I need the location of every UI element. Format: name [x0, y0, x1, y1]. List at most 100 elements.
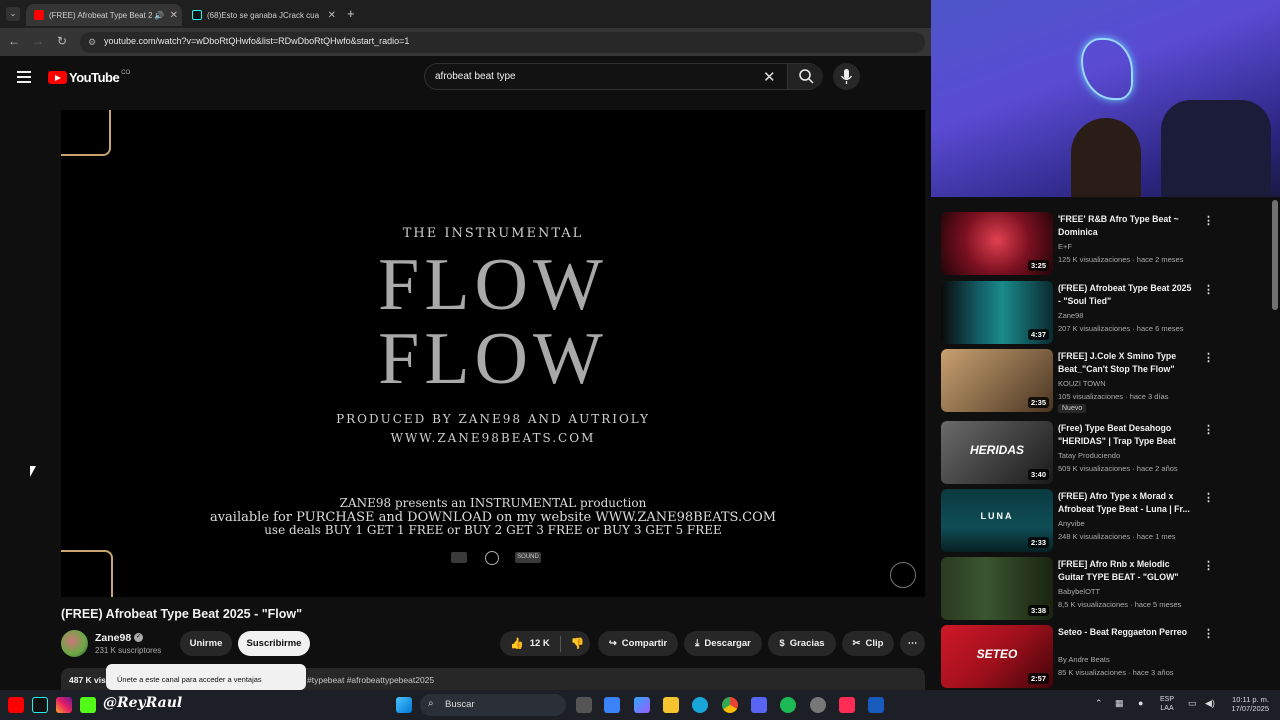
tab-tiktok[interactable]: (68)Esto se ganaba JCrack cua ✕ [184, 4, 340, 26]
more-options-icon[interactable]: ⋮ [1203, 559, 1214, 572]
recommendation-item[interactable]: SETEO 2:57 Seteo - Beat Reggaeton Perreo … [941, 625, 1221, 689]
tab-youtube[interactable]: (FREE) Afrobeat Type Beat 2 🔊 ✕ [26, 4, 182, 26]
chevron-up-icon[interactable]: ⌃ [1095, 698, 1103, 709]
menu-icon[interactable] [17, 71, 31, 86]
recommendation-item[interactable]: HERIDAS 3:40 (Free) Type Beat Desahogo "H… [941, 421, 1221, 485]
video-thumbnail[interactable]: HERIDAS 3:40 [941, 421, 1053, 484]
recommendation-item[interactable]: LUNA 2:33 (FREE) Afro Type x Morad x Afro… [941, 489, 1221, 553]
video-thumbnail[interactable]: 3:38 [941, 557, 1053, 620]
recommendation-channel[interactable]: E+F [1058, 240, 1072, 253]
recommendation-channel[interactable]: Anyvibe [1058, 517, 1085, 530]
volume-icon[interactable]: ◀) [1205, 698, 1215, 709]
recommendation-item[interactable]: 4:37 (FREE) Afrobeat Type Beat 2025 - "S… [941, 281, 1221, 345]
recommendation-channel[interactable]: BabybelOTT [1058, 585, 1100, 598]
microphone-icon[interactable]: ● [1138, 698, 1143, 708]
file-explorer-icon[interactable] [663, 697, 679, 713]
recommendation-channel[interactable]: By Andre Beats [1058, 653, 1110, 666]
clear-search-icon[interactable]: ✕ [763, 68, 776, 86]
tiktok-app-icon[interactable] [32, 697, 48, 713]
recommendation-title[interactable]: (Free) Type Beat Desahogo "HERIDAS" | Tr… [1058, 422, 1196, 448]
more-options-icon[interactable]: ⋮ [1203, 214, 1214, 227]
windows-start-icon[interactable] [396, 697, 412, 713]
recommendation-title[interactable]: Seteo - Beat Reggaeton Perreo [1058, 626, 1196, 639]
share-icon: ↪ [608, 638, 617, 649]
new-tab-button[interactable]: + [347, 6, 355, 21]
task-view-icon[interactable] [576, 697, 592, 713]
edge-icon[interactable] [692, 697, 708, 713]
sidebar-scrollbar[interactable] [1272, 200, 1278, 310]
hashtags[interactable]: #typebeat #afrobeattypebeat2025 [307, 675, 434, 685]
channel-avatar[interactable] [61, 630, 88, 657]
tiktok-live-icon[interactable] [839, 697, 855, 713]
more-actions-button[interactable]: ⋯ [900, 631, 925, 656]
video-thumbnail[interactable]: 2:35 [941, 349, 1053, 412]
recommendations-sidebar: 3:25 'FREE' R&B Afro Type Beat ~ Dominic… [931, 197, 1280, 690]
share-button[interactable]: ↪ Compartir [598, 631, 678, 656]
recommendation-item[interactable]: 3:38 [FREE] Afro Rnb x Melodic Guitar TY… [941, 557, 1221, 621]
overlay-deals: use deals BUY 1 GET 1 FREE or BUY 2 GET … [264, 523, 722, 537]
youtube-app-icon[interactable] [8, 697, 24, 713]
more-options-icon[interactable]: ⋮ [1203, 423, 1214, 436]
discord-icon[interactable] [751, 697, 767, 713]
recommendation-title[interactable]: [FREE] Afro Rnb x Melodic Guitar TYPE BE… [1058, 558, 1196, 584]
more-options-icon[interactable]: ⋮ [1203, 283, 1214, 296]
obs-icon[interactable] [810, 697, 826, 713]
search-button[interactable] [787, 64, 823, 89]
reload-icon[interactable]: ↻ [54, 34, 70, 48]
recommendation-title[interactable]: (FREE) Afrobeat Type Beat 2025 - "Soul T… [1058, 282, 1196, 308]
recommendation-channel[interactable]: Tatay Produciendo [1058, 449, 1120, 462]
video-thumbnail[interactable]: 4:37 [941, 281, 1053, 344]
video-thumbnail[interactable]: SETEO 2:57 [941, 625, 1053, 688]
network-icon[interactable]: ▦ [1115, 698, 1124, 709]
video-player[interactable]: THE INSTRUMENTAL FLOW FLOW PRODUCED BY Z… [61, 110, 925, 597]
forward-icon[interactable]: → [30, 34, 46, 48]
chrome-icon[interactable] [722, 697, 738, 713]
spotify-icon[interactable] [780, 697, 796, 713]
kick-app-icon[interactable] [80, 697, 96, 713]
site-info-icon[interactable]: ⚙ [88, 37, 96, 48]
close-tab-icon[interactable]: ✕ [328, 10, 336, 21]
recommendation-title[interactable]: (FREE) Afro Type x Morad x Afrobeat Type… [1058, 490, 1196, 516]
recommendation-title[interactable]: 'FREE' R&B Afro Type Beat ~ Dominica [1058, 213, 1196, 239]
clip-button[interactable]: ✂ Clip [842, 631, 894, 656]
address-bar[interactable]: ⚙ youtube.com/watch?v=wDboRtQHwfo&list=R… [80, 32, 925, 53]
tab-search-button[interactable]: ⌄ [6, 7, 20, 21]
like-icon[interactable]: 👍 [510, 637, 524, 650]
overlay-site: WWW.ZANE98BEATS.COM [390, 431, 596, 445]
more-options-icon[interactable]: ⋮ [1203, 351, 1214, 364]
taskbar-search[interactable]: ⌕ Buscar [420, 694, 566, 716]
thanks-button[interactable]: $ Gracias [768, 631, 836, 656]
store-icon[interactable] [604, 697, 620, 713]
back-icon[interactable]: ← [6, 34, 22, 48]
close-tab-icon[interactable]: ✕ [170, 10, 178, 21]
video-thumbnail[interactable]: LUNA 2:33 [941, 489, 1053, 552]
download-button[interactable]: ⤓ Descargar [684, 631, 762, 656]
join-button[interactable]: Unirme [180, 631, 232, 656]
recommendation-item[interactable]: 2:35 [FREE] J.Cole X Smino Type Beat_"Ca… [941, 349, 1221, 413]
frame-corner-bottom [61, 550, 113, 597]
more-options-icon[interactable]: ⋮ [1203, 627, 1214, 640]
instagram-app-icon[interactable] [56, 697, 72, 713]
speaker-icon[interactable]: 🔊 [154, 11, 164, 20]
voice-search-button[interactable] [833, 63, 860, 90]
more-options-icon[interactable]: ⋮ [1203, 491, 1214, 504]
youtube-logo[interactable]: YouTube CO [48, 70, 130, 85]
dislike-icon[interactable]: 👎 [571, 637, 585, 650]
clock-time: 10:11 p. m. [1232, 695, 1269, 704]
word-icon[interactable] [868, 697, 884, 713]
recommendation-title[interactable]: [FREE] J.Cole X Smino Type Beat_"Can't S… [1058, 350, 1196, 376]
search-input[interactable]: afrobeat beat type ✕ [424, 63, 823, 90]
language-indicator[interactable]: ESP LAA [1160, 695, 1174, 713]
verified-icon: ✓ [134, 633, 143, 642]
video-thumbnail[interactable]: 3:25 [941, 212, 1053, 275]
subscribe-button[interactable]: Suscribirme [238, 631, 310, 656]
monitor-icon[interactable]: ▭ [1188, 698, 1197, 709]
copilot-icon[interactable] [634, 697, 650, 713]
recommendation-meta: 125 K visualizaciones · hace 2 meses [1058, 255, 1184, 264]
recommendation-item[interactable]: 3:25 'FREE' R&B Afro Type Beat ~ Dominic… [941, 212, 1221, 276]
like-count[interactable]: 12 K [530, 638, 550, 649]
system-clock[interactable]: 10:11 p. m. 17/07/2025 [1225, 695, 1269, 713]
channel-name[interactable]: Zane98 [95, 632, 131, 644]
recommendation-channel[interactable]: KOUZI TOWN [1058, 377, 1106, 390]
recommendation-channel[interactable]: Zane98 [1058, 309, 1083, 322]
